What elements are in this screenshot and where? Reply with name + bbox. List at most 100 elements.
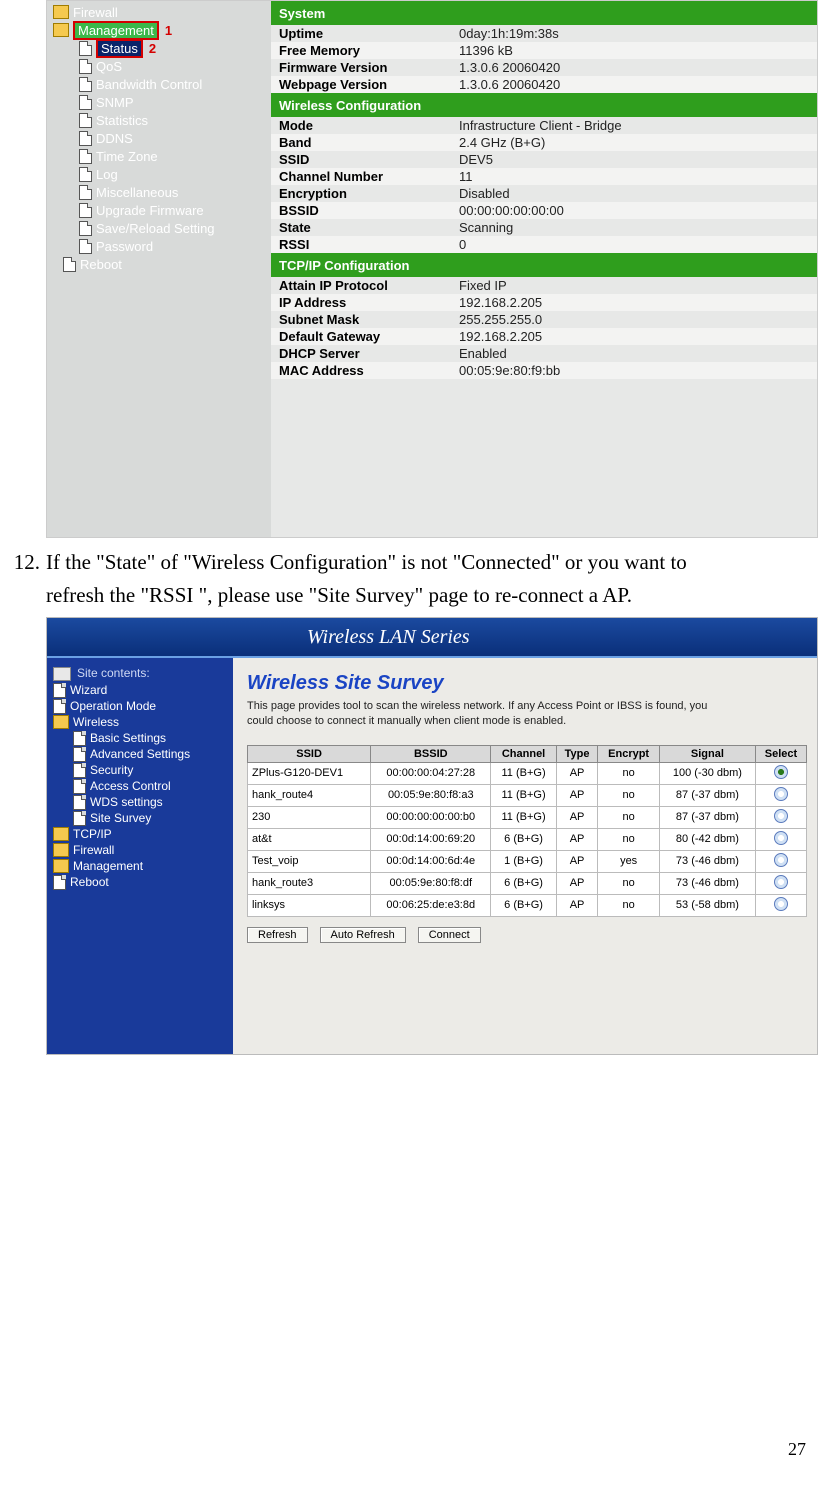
radio-icon[interactable] xyxy=(774,853,788,867)
status-row: RSSI0 xyxy=(271,236,817,253)
tree-label: Security xyxy=(90,763,133,777)
tree-item[interactable]: Site Survey xyxy=(53,810,229,826)
wizard-icon xyxy=(53,667,71,681)
file-icon xyxy=(53,683,66,698)
tree-item-management[interactable]: Management 1 xyxy=(51,21,271,39)
col-header: SSID xyxy=(248,745,371,762)
status-row: EncryptionDisabled xyxy=(271,185,817,202)
file-icon xyxy=(63,257,76,272)
cell-signal: 87 (-37 dbm) xyxy=(659,806,755,828)
tree-label: TCP/IP xyxy=(73,827,112,841)
row-value: Scanning xyxy=(459,220,809,235)
file-icon xyxy=(73,811,86,826)
instruction-line2: refresh the "RSSI ", please use "Site Su… xyxy=(46,583,632,607)
tree-item[interactable]: Management xyxy=(53,858,229,874)
status-row: Webpage Version1.3.0.6 20060420 xyxy=(271,76,817,93)
tree-item[interactable]: Password xyxy=(51,237,271,255)
cell-select[interactable] xyxy=(755,784,806,806)
cell-ssid: hank_route4 xyxy=(248,784,371,806)
tree-item[interactable]: Basic Settings xyxy=(53,730,229,746)
radio-icon[interactable] xyxy=(774,875,788,889)
tree-item[interactable]: Advanced Settings xyxy=(53,746,229,762)
radio-icon[interactable] xyxy=(774,831,788,845)
tree-item[interactable]: DDNS xyxy=(51,129,271,147)
row-label: Mode xyxy=(279,118,459,133)
radio-icon[interactable] xyxy=(774,765,788,779)
annotation-badge-1: 1 xyxy=(165,23,172,38)
tree-item[interactable]: Save/Reload Setting xyxy=(51,219,271,237)
refresh-button[interactable]: Refresh xyxy=(247,927,308,943)
tree-item[interactable]: Log xyxy=(51,165,271,183)
tree-item-wireless[interactable]: Wireless xyxy=(53,714,229,730)
tree-item[interactable]: TCP/IP xyxy=(53,826,229,842)
tree-item[interactable]: Security xyxy=(53,762,229,778)
tree-item-reboot[interactable]: Reboot xyxy=(53,874,229,890)
col-header: Select xyxy=(755,745,806,762)
status-row: Attain IP ProtocolFixed IP xyxy=(271,277,817,294)
cell-bssid: 00:0d:14:00:69:20 xyxy=(371,828,491,850)
tree-item[interactable]: Upgrade Firmware xyxy=(51,201,271,219)
row-value: 00:00:00:00:00:00 xyxy=(459,203,809,218)
cell-select[interactable] xyxy=(755,894,806,916)
table-row: hank_route400:05:9e:80:f8:a311 (B+G)APno… xyxy=(248,784,807,806)
section-header: TCP/IP Configuration xyxy=(271,253,817,277)
tree-label: DDNS xyxy=(96,131,133,146)
radio-icon[interactable] xyxy=(774,897,788,911)
col-header: BSSID xyxy=(371,745,491,762)
auto-refresh-button[interactable]: Auto Refresh xyxy=(320,927,406,943)
tree-label: Reboot xyxy=(80,257,122,272)
tree-item-status[interactable]: Status 2 xyxy=(51,39,271,57)
tree-item[interactable]: QoS xyxy=(51,57,271,75)
tree-item-firewall[interactable]: Firewall xyxy=(51,3,271,21)
row-label: Subnet Mask xyxy=(279,312,459,327)
tree-label: Password xyxy=(96,239,153,254)
tree-item[interactable]: Firewall xyxy=(53,842,229,858)
row-label: Uptime xyxy=(279,26,459,41)
status-row: Default Gateway192.168.2.205 xyxy=(271,328,817,345)
tree-label: Time Zone xyxy=(96,149,158,164)
tree-item[interactable]: Operation Mode xyxy=(53,698,229,714)
cell-select[interactable] xyxy=(755,828,806,850)
connect-button[interactable]: Connect xyxy=(418,927,481,943)
tree-label: Access Control xyxy=(90,779,171,793)
cell-ssid: hank_route3 xyxy=(248,872,371,894)
cell-channel: 11 (B+G) xyxy=(491,762,556,784)
tree-item[interactable]: Wizard xyxy=(53,682,229,698)
tree-item[interactable]: Statistics xyxy=(51,111,271,129)
file-icon xyxy=(79,95,92,110)
cell-select[interactable] xyxy=(755,872,806,894)
cell-select[interactable] xyxy=(755,850,806,872)
cell-bssid: 00:05:9e:80:f8:df xyxy=(371,872,491,894)
file-icon xyxy=(79,167,92,182)
col-header: Signal xyxy=(659,745,755,762)
row-label: Channel Number xyxy=(279,169,459,184)
app-banner: Wireless LAN Series xyxy=(47,618,817,658)
tree-item[interactable]: Time Zone xyxy=(51,147,271,165)
tree-item[interactable]: WDS settings xyxy=(53,794,229,810)
tree-item[interactable]: Access Control xyxy=(53,778,229,794)
tree-item[interactable]: Miscellaneous xyxy=(51,183,271,201)
section-header: Wireless Configuration xyxy=(271,93,817,117)
radio-icon[interactable] xyxy=(774,809,788,823)
tree-item-reboot[interactable]: Reboot xyxy=(51,255,271,273)
tree-label: Wizard xyxy=(70,683,107,697)
tree-label: Wireless xyxy=(73,715,119,729)
cell-select[interactable] xyxy=(755,806,806,828)
folder-open-icon xyxy=(53,23,69,37)
cell-select[interactable] xyxy=(755,762,806,784)
survey-table: SSIDBSSIDChannelTypeEncryptSignalSelect … xyxy=(247,745,807,917)
col-header: Channel xyxy=(491,745,556,762)
file-icon xyxy=(79,131,92,146)
status-row: MAC Address00:05:9e:80:f9:bb xyxy=(271,362,817,379)
status-row: DHCP ServerEnabled xyxy=(271,345,817,362)
tree-item[interactable]: Bandwidth Control xyxy=(51,75,271,93)
table-row: hank_route300:05:9e:80:f8:df6 (B+G)APno7… xyxy=(248,872,807,894)
tree-item[interactable]: SNMP xyxy=(51,93,271,111)
page-number: 27 xyxy=(0,1435,818,1464)
status-table: SystemUptime0day:1h:19m:38sFree Memory11… xyxy=(271,1,817,537)
tree-label-selected: Status xyxy=(96,39,143,58)
status-row: StateScanning xyxy=(271,219,817,236)
row-value: Enabled xyxy=(459,346,809,361)
radio-icon[interactable] xyxy=(774,787,788,801)
cell-signal: 73 (-46 dbm) xyxy=(659,872,755,894)
